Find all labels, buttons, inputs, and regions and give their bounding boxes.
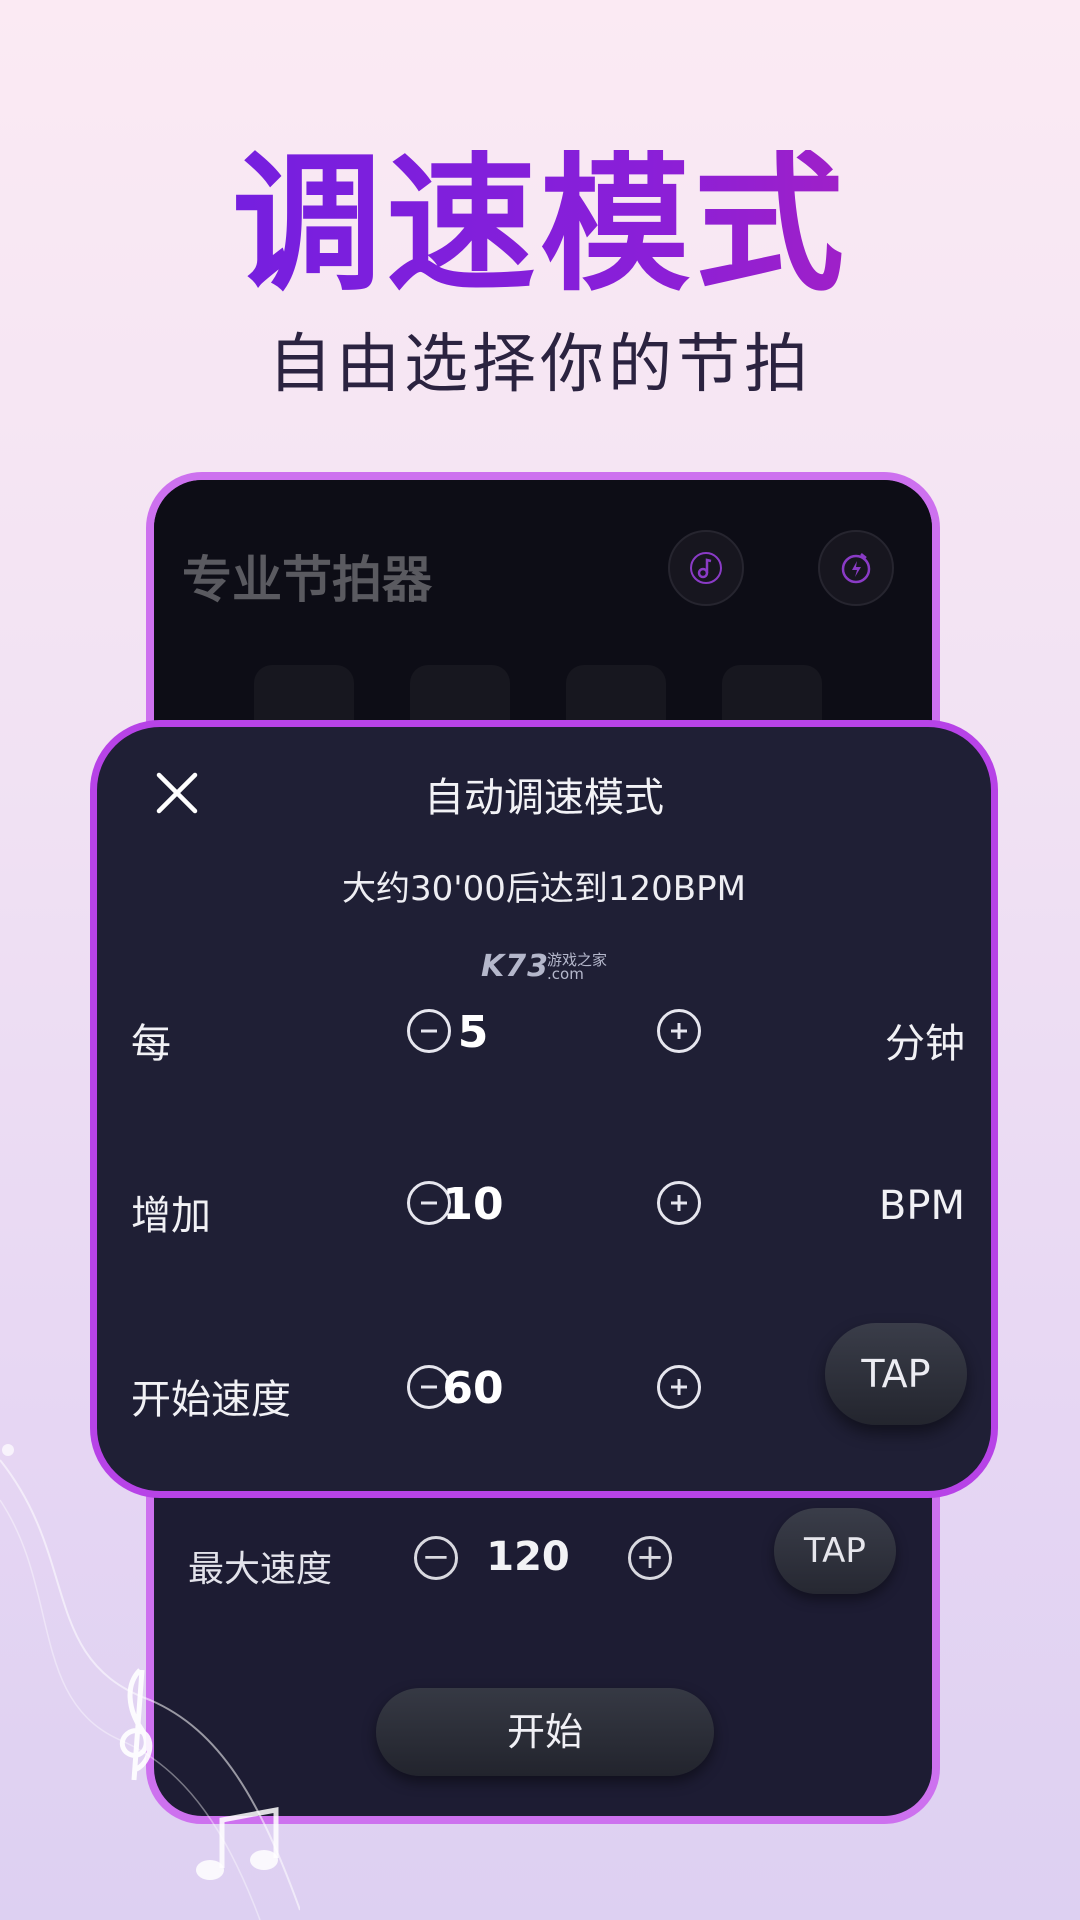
app-header: 专业节拍器 [154,480,932,745]
subline: 自由选择你的节拍 [268,328,812,402]
music-note-icon[interactable] [668,530,744,606]
start-speed-label: 开始速度 [131,1377,291,1423]
tap-button[interactable]: TAP [825,1323,967,1425]
plus-icon[interactable] [657,1181,701,1225]
plus-icon[interactable] [657,1365,701,1409]
treble-clef-icon [119,1668,153,1781]
interval-row: 每 5 分钟 [97,983,991,1083]
dialog-summary: 大约30'00后达到120BPM [342,869,746,909]
auto-speed-dialog: 自动调速模式 大约30'00后达到120BPM K73 游戏之家 .com 每 … [90,720,998,1498]
app-title: 专业节拍器 [182,551,432,609]
watermark-logo: K73 游戏之家 .com [481,949,608,984]
start-speed-value: 60 [442,1363,504,1414]
dialog-title: 自动调速模式 [424,775,664,821]
timer-bolt-icon[interactable] [818,530,894,606]
music-notes-decoration [0,1444,300,1920]
increment-label: 增加 [131,1193,211,1239]
increment-row: 增加 10 BPM [97,1155,991,1255]
plus-icon[interactable] [657,1009,701,1053]
max-speed-value: 120 [486,1534,570,1580]
increment-unit: BPM [878,1183,965,1229]
start-button[interactable]: 开始 [376,1688,714,1776]
plus-icon[interactable]: + [628,1536,672,1580]
interval-label: 每 [131,1021,171,1067]
interval-value: 5 [457,1007,489,1058]
tap-button[interactable]: TAP [774,1508,896,1594]
increment-value: 10 [442,1179,504,1230]
headline: 调速模式 [0,150,1080,300]
minus-icon[interactable]: − [414,1536,458,1580]
eighth-notes-icon [196,1806,279,1880]
interval-unit: 分钟 [885,1021,965,1067]
start-speed-row: 开始速度 60 TAP [97,1323,991,1439]
